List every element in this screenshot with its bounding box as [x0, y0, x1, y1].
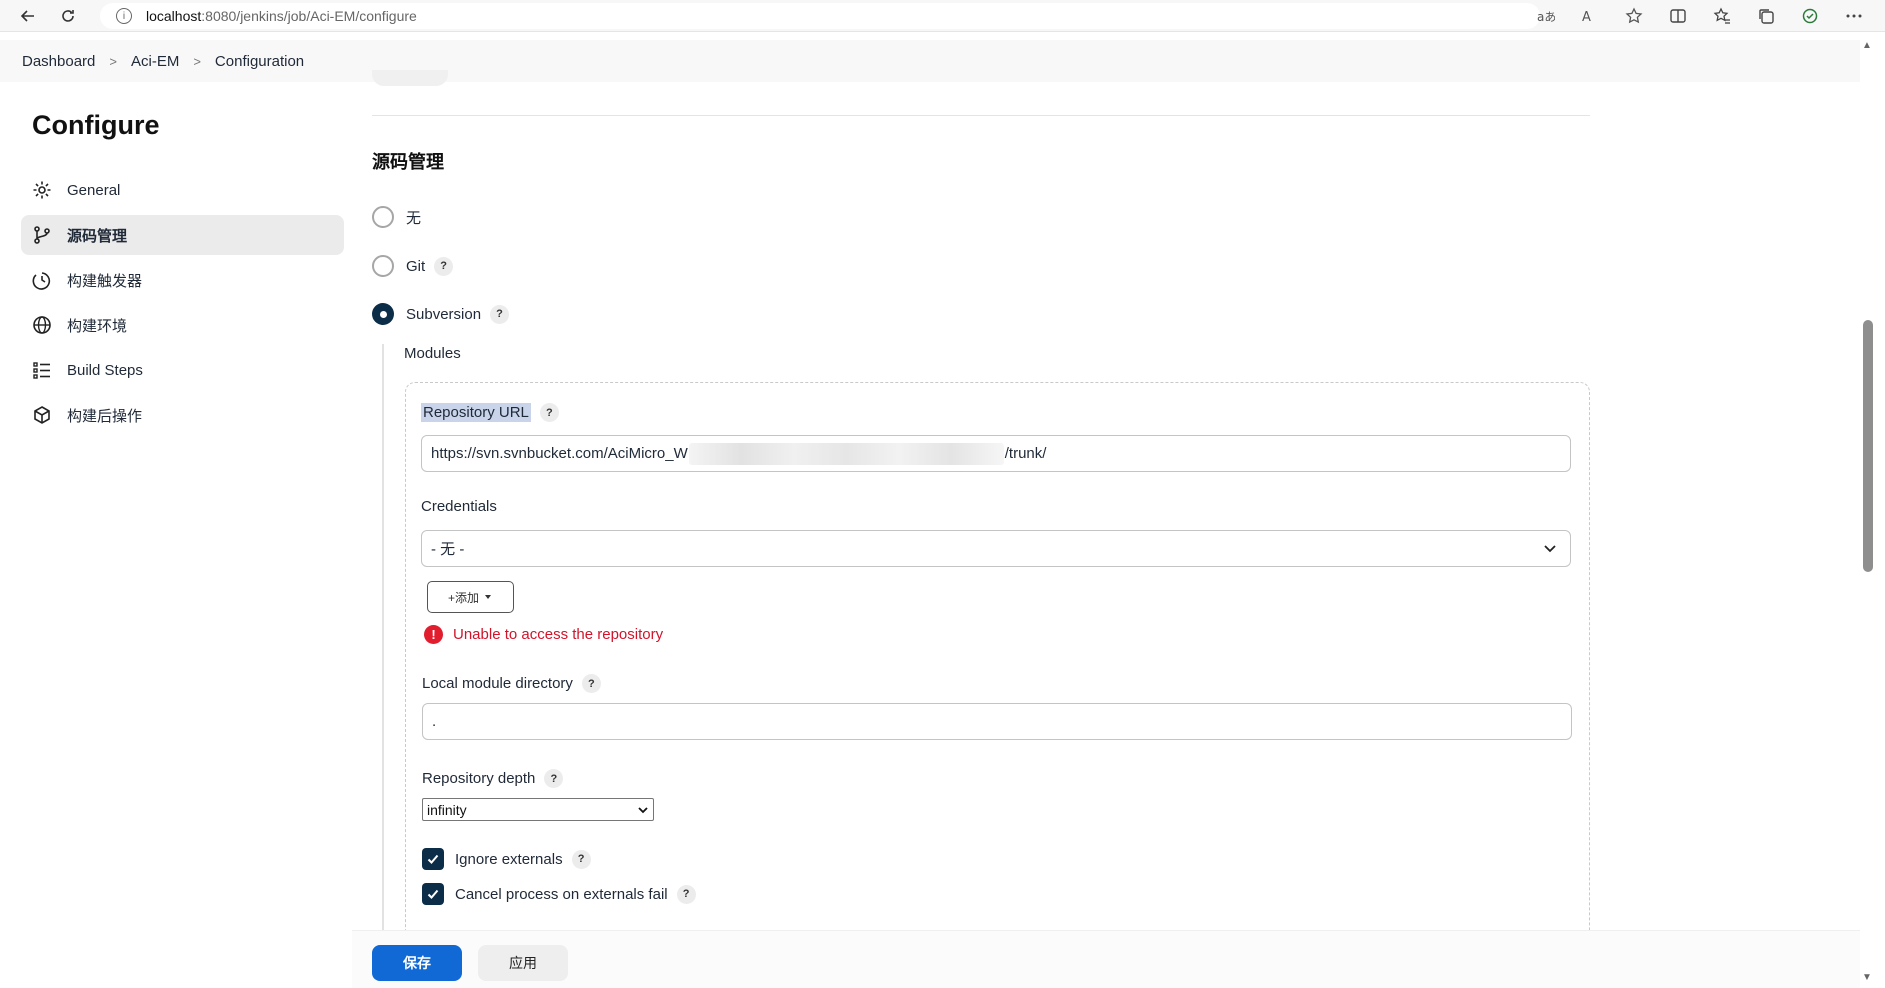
cancel-process-checkbox[interactable] [422, 883, 444, 905]
bottom-action-bar: 保存 应用 [352, 930, 1860, 988]
favorite-icon[interactable] [1623, 5, 1645, 27]
sidebar-item-label: General [67, 181, 121, 199]
url-path: :8080/jenkins/job/Aci-EM/configure [201, 8, 417, 24]
redacted-url-part [688, 442, 1004, 465]
scroll-up-icon[interactable]: ▲ [1862, 40, 1872, 51]
radio-none[interactable] [372, 206, 394, 228]
sidebar-item-triggers[interactable]: 构建触发器 [21, 260, 344, 300]
apply-button[interactable]: 应用 [478, 945, 568, 981]
translate-icon[interactable]: aあ [1535, 5, 1557, 27]
help-icon[interactable]: ? [676, 884, 696, 904]
repo-url-label: Repository URL ? [421, 403, 559, 422]
repo-url-input[interactable]: https://svn.svnbucket.com/AciMicro_W /tr… [421, 435, 1571, 472]
svg-text:aあ: aあ [1537, 10, 1555, 24]
scm-option-none[interactable]: 无 [372, 206, 421, 228]
extensions-icon[interactable] [1799, 5, 1821, 27]
radio-subversion[interactable] [372, 303, 394, 325]
subversion-indent-line [382, 344, 384, 988]
back-icon[interactable] [12, 0, 44, 32]
url-host: localhost [146, 8, 202, 24]
help-icon[interactable]: ? [581, 674, 601, 693]
radio-label: Subversion [406, 305, 482, 323]
breadcrumb-job[interactable]: Aci-EM [131, 53, 179, 70]
sidebar-item-label: 构建环境 [67, 317, 128, 335]
radio-label: 无 [406, 209, 422, 227]
credentials-label: Credentials [421, 498, 497, 515]
add-credentials-button[interactable]: +添加 [427, 581, 514, 613]
scroll-down-icon[interactable]: ▼ [1862, 972, 1872, 983]
modules-label: Modules [404, 345, 461, 362]
reload-icon[interactable] [52, 0, 84, 32]
radio-label: Git [406, 257, 426, 275]
breadcrumb-configuration[interactable]: Configuration [215, 53, 304, 70]
cube-icon [31, 404, 53, 426]
favorites-icon[interactable] [1711, 5, 1733, 27]
check-icon [427, 854, 439, 864]
scm-option-git[interactable]: Git ? [372, 255, 454, 277]
chevron-down-icon [637, 803, 649, 819]
credentials-select[interactable]: - 无 - [421, 530, 1571, 567]
help-icon[interactable]: ? [490, 304, 510, 324]
section-title: 源码管理 [372, 152, 444, 172]
chevron-right-icon: > [109, 53, 117, 69]
browser-toolbar: i localhost :8080/jenkins/job/Aci-EM/con… [0, 0, 1885, 32]
globe-icon [31, 314, 53, 336]
repo-depth-select[interactable]: infinity [422, 798, 654, 821]
ignore-externals-checkbox[interactable] [422, 848, 444, 870]
info-icon[interactable]: i [116, 8, 132, 24]
caret-down-icon [485, 595, 491, 599]
local-dir-label: Local module directory ? [422, 674, 601, 693]
error-icon: ! [424, 625, 443, 644]
address-bar[interactable]: i localhost :8080/jenkins/job/Aci-EM/con… [100, 3, 1540, 29]
collections-icon[interactable] [1755, 5, 1777, 27]
read-aloud-icon[interactable]: A [1579, 5, 1601, 27]
sidebar-item-general[interactable]: General [21, 170, 344, 210]
local-dir-input[interactable]: . [422, 703, 1572, 740]
breadcrumb-dashboard[interactable]: Dashboard [22, 53, 95, 70]
help-icon[interactable]: ? [434, 256, 454, 276]
previous-section-edge [372, 70, 448, 86]
gear-icon [31, 179, 53, 201]
cancel-process-row[interactable]: Cancel process on externals fail ? [422, 883, 696, 905]
clock-icon [31, 269, 53, 291]
svg-text:A: A [1582, 10, 1591, 24]
scrollbar-thumb[interactable] [1863, 320, 1873, 572]
sidebar-item-label: 构建后操作 [67, 407, 143, 425]
save-button[interactable]: 保存 [372, 945, 462, 981]
more-menu-icon[interactable] [1843, 5, 1865, 27]
help-icon[interactable]: ? [544, 769, 564, 788]
help-icon[interactable]: ? [571, 849, 591, 869]
sidebar-item-label: Build Steps [67, 361, 143, 379]
sidebar-item-label: 构建触发器 [67, 272, 143, 290]
scm-option-subversion[interactable]: Subversion ? [372, 303, 510, 325]
repo-error-message: ! Unable to access the repository [424, 625, 663, 644]
repo-depth-label: Repository depth ? [422, 769, 564, 788]
split-screen-icon[interactable] [1667, 5, 1689, 27]
sidebar-item-build-steps[interactable]: Build Steps [21, 350, 344, 390]
browser-tools: aあ A [1535, 5, 1865, 27]
sidebar-item-scm[interactable]: 源码管理 [21, 215, 344, 255]
radio-git[interactable] [372, 255, 394, 277]
list-icon [31, 359, 53, 381]
section-divider [372, 115, 1590, 116]
branch-icon [31, 224, 53, 246]
sidebar-title: Configure [32, 110, 160, 140]
check-icon [427, 889, 439, 899]
help-icon[interactable]: ? [539, 403, 559, 422]
breadcrumb: Dashboard > Aci-EM > Configuration [0, 40, 1860, 82]
sidebar-item-environment[interactable]: 构建环境 [21, 305, 344, 345]
chevron-down-icon [1542, 540, 1558, 560]
sidebar-item-post-build[interactable]: 构建后操作 [21, 395, 344, 435]
sidebar-item-label: 源码管理 [67, 227, 128, 245]
chevron-right-icon: > [193, 53, 201, 69]
ignore-externals-row[interactable]: Ignore externals ? [422, 848, 591, 870]
